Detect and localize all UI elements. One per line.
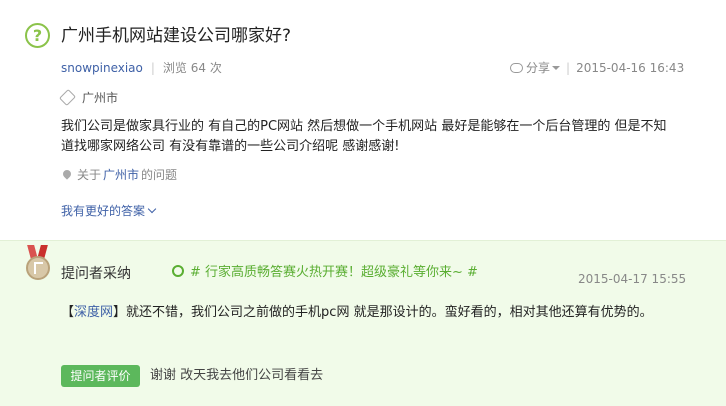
clover-icon — [172, 265, 184, 277]
better-answer-link[interactable]: 我有更好的答案 — [61, 203, 157, 219]
about-suffix: 的问题 — [141, 168, 178, 182]
share-divider: | — [566, 61, 571, 75]
promo-link[interactable]: # 行家高质畅答赛火热开赛！超级豪礼等你来~ # — [172, 264, 478, 282]
promo-text: # 行家高质畅答赛火热开赛！超级豪礼等你来~ # — [190, 265, 478, 280]
adopted-date: 2015-04-17 15:55 — [578, 272, 687, 286]
answer-body: 就还不错，我们公司之前做的手机pc网 就是那设计的。蛮好看的，相对其他还算有优势… — [126, 305, 653, 320]
share-bubble-icon — [510, 63, 523, 73]
better-answer-label: 我有更好的答案 — [61, 204, 146, 218]
source-bracket-open: 【 — [61, 305, 75, 320]
adopted-answer-text: 【深度网】就还不错，我们公司之前做的手机pc网 就是那设计的。蛮好看的，相对其他… — [61, 302, 681, 324]
share-area: 分享 | 2015-04-16 16:43 — [510, 60, 684, 76]
adopted-label: 提问者采纳 — [61, 266, 131, 282]
meta-divider: | — [150, 61, 155, 75]
share-button[interactable]: 分享 — [510, 61, 561, 75]
tag-icon — [59, 89, 76, 106]
source-bracket-close: 】 — [113, 305, 127, 320]
question-meta: snowpinexiao | 浏览 64 次 — [61, 60, 222, 76]
chevron-down-icon — [147, 204, 157, 214]
source-link[interactable]: 深度网 — [74, 305, 113, 320]
asker-evaluation-text: 谢谢 改天我去他们公司看看去 — [150, 368, 324, 383]
asker-evaluation-button[interactable]: 提问者评价 — [61, 365, 140, 387]
question-tag[interactable]: 广州市 — [59, 89, 119, 107]
medal-icon — [25, 245, 51, 285]
about-city-link[interactable]: 广州市 — [103, 168, 139, 182]
question-title: 广州手机网站建设公司哪家好? — [61, 26, 292, 46]
question-body: 我们公司是做家具行业的 有自己的PC网站 然后想做一个手机网站 最好是能够在一个… — [61, 119, 667, 154]
question-date: 2015-04-16 16:43 — [576, 61, 685, 75]
share-label: 分享 — [526, 61, 551, 75]
location-pin-icon — [61, 168, 73, 180]
author-link[interactable]: snowpinexiao — [61, 61, 143, 75]
about-prefix: 关于 — [77, 168, 102, 182]
question-circle-icon: ? — [25, 23, 50, 48]
view-count: 浏览 64 次 — [162, 61, 222, 75]
tag-label: 广州市 — [82, 91, 119, 105]
chevron-down-icon — [552, 66, 561, 70]
question-location: 关于 广州市 的问题 — [61, 167, 178, 183]
